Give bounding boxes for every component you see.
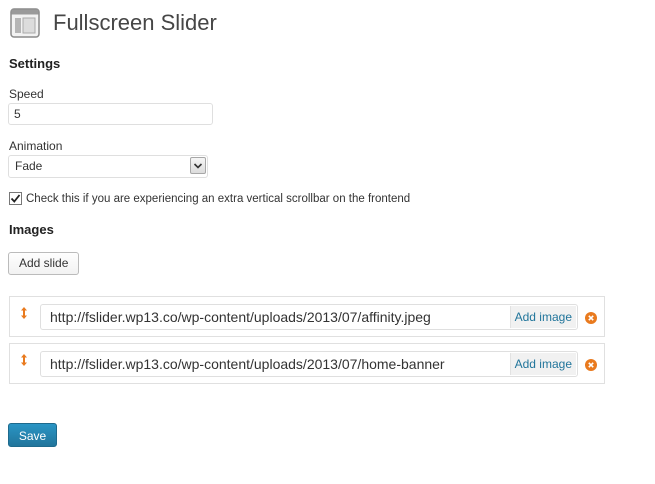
slide-url-input[interactable]: http://fslider.wp13.co/wp-content/upload…	[40, 304, 578, 330]
speed-label: Speed	[9, 87, 44, 101]
slide-url-value: http://fslider.wp13.co/wp-content/upload…	[50, 356, 445, 372]
settings-heading: Settings	[9, 56, 61, 71]
slide-url-input[interactable]: http://fslider.wp13.co/wp-content/upload…	[40, 351, 578, 377]
page-title: Fullscreen Slider	[53, 10, 217, 35]
animation-selected-value: Fade	[15, 159, 43, 173]
checkmark-icon	[10, 194, 21, 203]
slide-url-value: http://fslider.wp13.co/wp-content/upload…	[50, 309, 431, 325]
add-image-button[interactable]: Add image	[509, 353, 576, 375]
animation-label: Animation	[9, 139, 63, 153]
scrollbar-checkbox[interactable]	[9, 192, 22, 205]
settings-page-icon	[10, 8, 40, 38]
chevron-down-icon[interactable]	[190, 157, 206, 174]
slide-row: http://fslider.wp13.co/wp-content/upload…	[9, 296, 605, 337]
scrollbar-checkbox-label: Check this if you are experiencing an ex…	[26, 192, 411, 205]
remove-slide-icon[interactable]	[585, 358, 597, 371]
add-slide-button[interactable]: Add slide	[8, 252, 80, 275]
scrollbar-option: Check this if you are experiencing an ex…	[9, 192, 410, 205]
remove-slide-icon[interactable]	[585, 311, 597, 324]
add-image-button[interactable]: Add image	[509, 306, 576, 328]
speed-input[interactable]: 5	[8, 103, 213, 125]
animation-select[interactable]: Fade	[8, 155, 208, 178]
drag-handle-icon[interactable]	[19, 306, 29, 320]
plugin-settings-page: Fullscreen Slider Settings Speed 5 Anima…	[0, 0, 655, 484]
drag-handle-icon[interactable]	[19, 353, 29, 367]
images-heading: Images	[9, 222, 54, 237]
slide-row: http://fslider.wp13.co/wp-content/upload…	[9, 343, 605, 384]
save-button[interactable]: Save	[8, 423, 57, 447]
page-header: Fullscreen Slider	[10, 6, 217, 40]
